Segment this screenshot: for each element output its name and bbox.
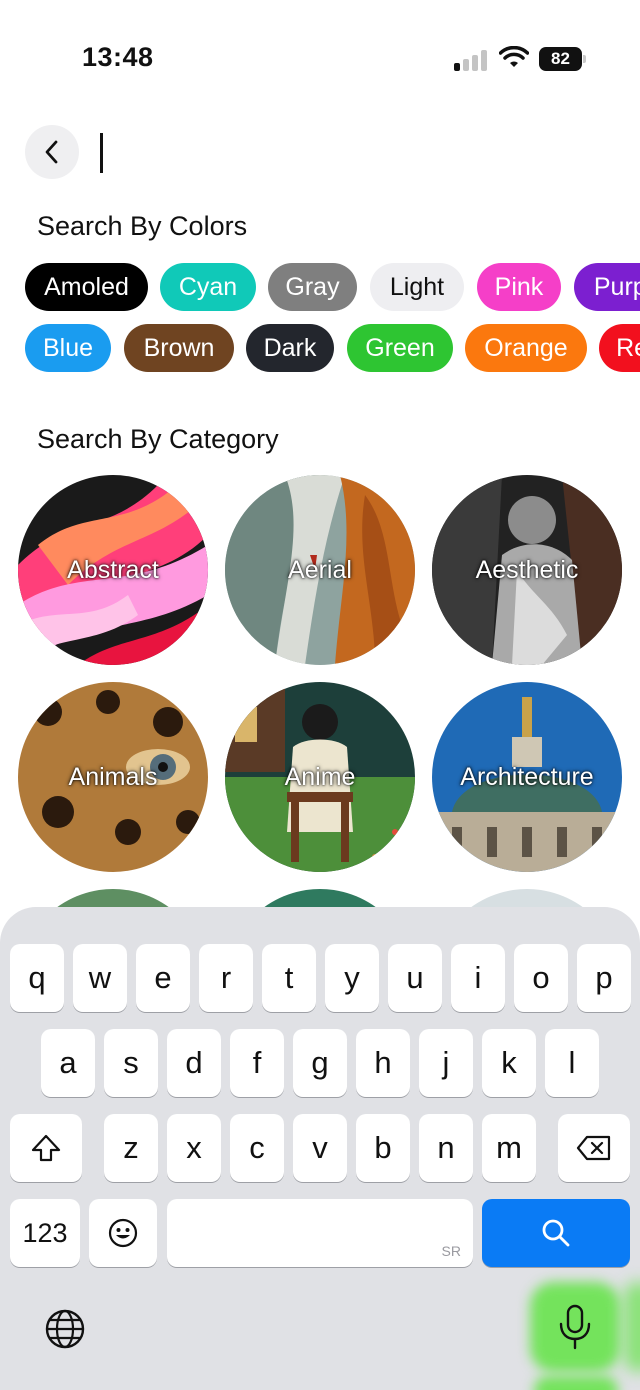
microphone-icon	[559, 1304, 591, 1350]
category-section-title: Search By Category	[37, 424, 279, 454]
color-chip[interactable]: Dark	[246, 324, 334, 372]
key-letter[interactable]: e	[136, 944, 190, 1012]
key-letter[interactable]: d	[167, 1029, 221, 1097]
color-chip[interactable]: Gray	[268, 263, 357, 311]
category-animals[interactable]: Animals	[18, 682, 208, 872]
wifi-icon	[498, 45, 530, 70]
key-letter[interactable]: g	[293, 1029, 347, 1097]
key-letter[interactable]: a	[41, 1029, 95, 1097]
color-chip[interactable]: Purple	[574, 263, 640, 311]
category-architecture[interactable]: Architecture	[432, 682, 622, 872]
key-letter[interactable]: q	[10, 944, 64, 1012]
key-letter[interactable]: i	[451, 944, 505, 1012]
space-key-hint: SR	[441, 1243, 461, 1259]
color-chip[interactable]: Cyan	[160, 263, 256, 311]
back-button[interactable]	[25, 125, 79, 179]
color-chip[interactable]: Orange	[465, 324, 587, 372]
space-key[interactable]: SR	[167, 1199, 473, 1267]
key-letter[interactable]: t	[262, 944, 316, 1012]
color-chip[interactable]: Amoled	[25, 263, 148, 311]
battery-icon: 82	[539, 47, 587, 71]
mic-glow	[624, 1282, 640, 1372]
battery-level: 82	[539, 47, 582, 71]
colors-section-title: Search By Colors	[37, 211, 248, 241]
key-letter[interactable]: w	[73, 944, 127, 1012]
color-chip[interactable]: Red	[599, 324, 640, 372]
category-label: Anime	[284, 762, 356, 791]
key-letter[interactable]: u	[388, 944, 442, 1012]
category-label: Aerial	[288, 555, 352, 584]
key-letter[interactable]: x	[167, 1114, 221, 1182]
numbers-key[interactable]: 123	[10, 1199, 80, 1267]
color-chip[interactable]: Light	[370, 263, 464, 311]
category-label: Animals	[68, 762, 158, 791]
key-letter[interactable]: f	[230, 1029, 284, 1097]
category-abstract[interactable]: Abstract	[18, 475, 208, 665]
key-letter[interactable]: b	[356, 1114, 410, 1182]
key-letter[interactable]: j	[419, 1029, 473, 1097]
shift-arrow-icon	[31, 1134, 61, 1162]
category-label: Abstract	[67, 555, 159, 584]
search-input[interactable]	[96, 128, 616, 178]
color-chip[interactable]: Blue	[25, 324, 111, 372]
color-chip[interactable]: Green	[347, 324, 453, 372]
key-letter[interactable]: p	[577, 944, 631, 1012]
category-label: Architecture	[460, 762, 594, 791]
color-chip-row-2: Blue Brown Dark Green Orange Red	[0, 324, 640, 374]
category-aesthetic[interactable]: Aesthetic	[432, 475, 622, 665]
search-icon	[542, 1219, 570, 1247]
key-letter[interactable]: k	[482, 1029, 536, 1097]
keyboard-search-key[interactable]	[482, 1199, 630, 1267]
color-chip[interactable]: Pink	[477, 263, 561, 311]
key-letter[interactable]: h	[356, 1029, 410, 1097]
color-chip-row-1: Amoled Cyan Gray Light Pink Purple	[0, 263, 640, 313]
key-letter[interactable]: r	[199, 944, 253, 1012]
chevron-left-icon	[45, 140, 58, 164]
shift-key[interactable]	[10, 1114, 82, 1182]
globe-icon	[45, 1309, 85, 1349]
dictation-button[interactable]	[556, 1303, 594, 1356]
text-cursor	[100, 133, 103, 173]
category-anime[interactable]: Anime	[225, 682, 415, 872]
cellular-signal-icon	[454, 49, 490, 71]
emoji-icon	[108, 1218, 138, 1248]
key-letter[interactable]: s	[104, 1029, 158, 1097]
category-aerial[interactable]: Aerial	[225, 475, 415, 665]
key-letter[interactable]: o	[514, 944, 568, 1012]
color-chip[interactable]: Brown	[124, 324, 234, 372]
key-letter[interactable]: y	[325, 944, 379, 1012]
delete-key[interactable]	[558, 1114, 630, 1182]
globe-button[interactable]	[44, 1308, 86, 1355]
key-letter[interactable]: z	[104, 1114, 158, 1182]
key-letter[interactable]: v	[293, 1114, 347, 1182]
status-bar: 13:48 82	[0, 0, 640, 110]
backspace-icon	[576, 1135, 611, 1161]
category-label: Aesthetic	[475, 555, 579, 584]
status-time: 13:48	[82, 42, 154, 72]
key-letter[interactable]: l	[545, 1029, 599, 1097]
key-letter[interactable]: n	[419, 1114, 473, 1182]
mic-glow	[534, 1376, 618, 1390]
key-letter[interactable]: c	[230, 1114, 284, 1182]
key-letter[interactable]: m	[482, 1114, 536, 1182]
emoji-key[interactable]	[89, 1199, 157, 1267]
